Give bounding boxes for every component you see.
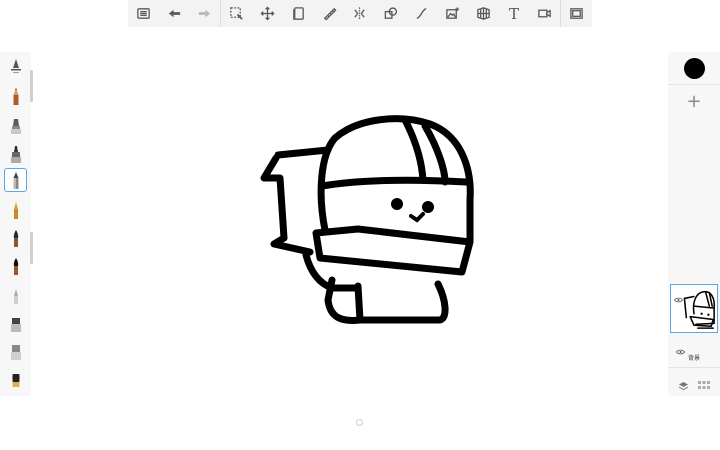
layer-visibility-icon[interactable]: [674, 288, 683, 307]
eraser-brush-icon[interactable]: [4, 312, 27, 336]
fine-brush-icon[interactable]: [4, 284, 27, 308]
ink-brush-icon[interactable]: [4, 226, 27, 250]
transform-icon[interactable]: [252, 0, 283, 27]
background-layer[interactable]: 背景: [668, 337, 720, 367]
layer-panel: 背景: [668, 117, 720, 396]
layers-icon[interactable]: [678, 376, 689, 395]
redo-icon[interactable]: [190, 0, 221, 27]
perspective-icon[interactable]: [468, 0, 499, 27]
pen-brush-icon[interactable]: [4, 168, 27, 192]
sketchbook-app: T + 背景: [0, 0, 720, 450]
ruler-icon[interactable]: [314, 0, 345, 27]
blender-brush-icon[interactable]: [4, 54, 27, 78]
brush-scroll-handle[interactable]: [30, 70, 33, 102]
symmetry-icon[interactable]: [345, 0, 376, 27]
current-color-swatch[interactable]: [684, 58, 705, 79]
video-icon[interactable]: [529, 0, 560, 27]
shape-icon[interactable]: [375, 0, 406, 27]
panel-divider: [668, 367, 720, 368]
color-panel: +: [668, 52, 720, 117]
add-layer-button[interactable]: +: [668, 86, 720, 116]
undo-icon[interactable]: [159, 0, 190, 27]
fill-brush-icon[interactable]: [4, 368, 27, 392]
drawing-canvas[interactable]: [240, 100, 500, 340]
top-toolbar: T: [128, 0, 592, 27]
selection-icon[interactable]: [221, 0, 252, 27]
add-image-icon[interactable]: [437, 0, 468, 27]
text-icon[interactable]: T: [499, 0, 530, 27]
layer-stack-icon[interactable]: [283, 0, 314, 27]
page-indicator-dot: [356, 419, 363, 426]
brush-scroll-handle[interactable]: [30, 232, 33, 264]
paint-brush-icon[interactable]: [4, 254, 27, 278]
list-icon[interactable]: [128, 0, 159, 27]
marker-brush-icon[interactable]: [4, 114, 27, 138]
curve-icon[interactable]: [406, 0, 437, 27]
airbrush-brush-icon[interactable]: [4, 142, 27, 166]
character-drawing: [260, 115, 474, 324]
layer-thumbnail[interactable]: [670, 284, 718, 333]
soft-eraser-brush-icon[interactable]: [4, 340, 27, 364]
background-layer-label: 背景: [687, 355, 700, 362]
panel-divider: [668, 84, 720, 85]
text-tool-label: T: [508, 4, 519, 23]
pencil-brush-icon[interactable]: [4, 84, 27, 108]
fountain-pen-brush-icon[interactable]: [4, 198, 27, 222]
brush-panel: [0, 52, 31, 396]
fullscreen-icon[interactable]: [561, 0, 592, 27]
grid-icon[interactable]: [698, 376, 710, 395]
